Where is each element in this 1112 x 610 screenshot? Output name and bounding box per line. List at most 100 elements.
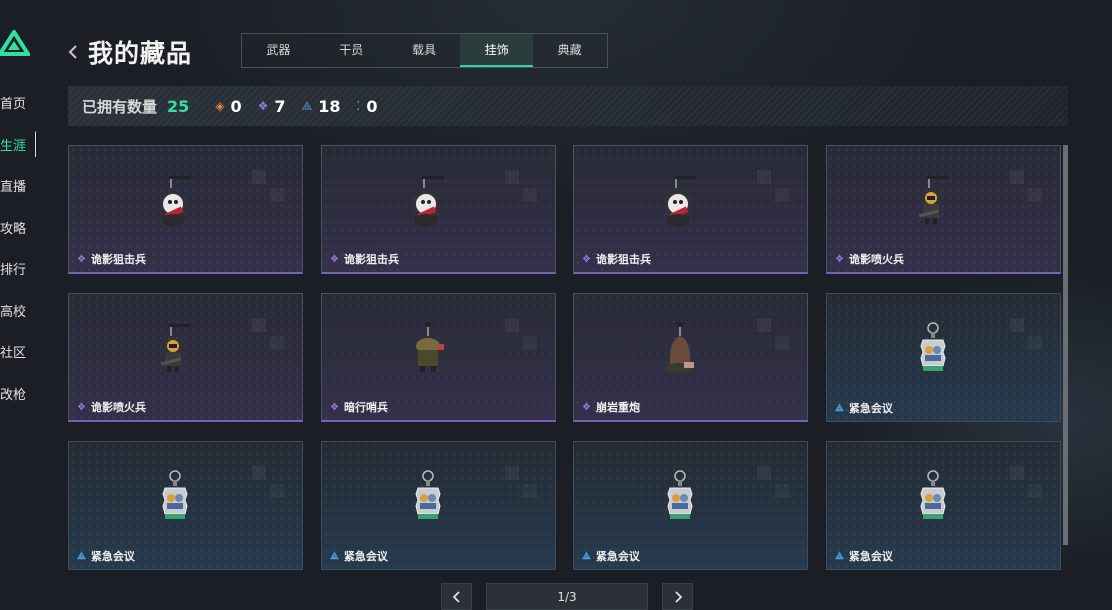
charm-thumbnail xyxy=(667,470,693,519)
back-chevron-icon[interactable] xyxy=(66,42,80,62)
charm-name: 紧急会议 xyxy=(595,550,640,563)
card-decoration xyxy=(1010,318,1050,358)
charm-name: 诡影喷火兵 xyxy=(848,253,904,266)
charm-card[interactable]: ⟁ 紧急会议 xyxy=(321,441,556,570)
sidebar-item-community[interactable]: 社区 xyxy=(0,342,40,362)
card-decoration xyxy=(1010,170,1050,210)
card-decoration xyxy=(757,170,797,210)
charm-card[interactable]: ❖ 诡影狙击兵 xyxy=(68,145,303,274)
charm-card[interactable]: ❖ 诡影狙击兵 xyxy=(573,145,808,274)
rarity-count-value: 0 xyxy=(230,96,242,116)
charm-thumbnail xyxy=(666,322,694,373)
charm-name: 暗行哨兵 xyxy=(343,401,388,414)
teal-dots-icon: ⁚ xyxy=(356,99,361,113)
purple-diamond-icon: ❖ xyxy=(582,401,591,413)
charm-card-label: ❖ 诡影喷火兵 xyxy=(835,251,904,267)
chevron-left-icon xyxy=(452,590,460,603)
charm-card-label: ⟁ 紧急会议 xyxy=(835,400,893,416)
sidebar-item-label: 生涯 xyxy=(0,138,27,154)
charm-thumbnail xyxy=(415,470,441,519)
sidebar-item-home[interactable]: 首页 xyxy=(0,93,40,113)
blue-diamond-icon: ⟁ xyxy=(835,550,844,562)
rarity-count-blue: ⟁ 18 xyxy=(302,97,341,116)
next-page-button[interactable] xyxy=(662,583,693,610)
charm-name: 紧急会议 xyxy=(848,550,893,563)
blue-diamond-icon: ⟁ xyxy=(301,98,313,113)
app-logo xyxy=(0,30,30,56)
charm-card[interactable]: ❖ 诡影喷火兵 xyxy=(68,293,303,422)
chevron-right-icon xyxy=(674,590,682,603)
charm-card[interactable]: ❖ 诡影喷火兵 xyxy=(826,145,1061,274)
charm-card-label: ❖ 诡影喷火兵 xyxy=(77,399,146,415)
charm-thumbnail xyxy=(666,176,696,226)
charm-card[interactable]: ❖ 暗行哨兵 xyxy=(321,293,556,422)
charm-card[interactable]: ❖ 崩岩重炮 xyxy=(573,293,808,422)
page-indicator: 1/3 xyxy=(486,583,648,610)
sidebar-item-live[interactable]: 直播 xyxy=(0,176,40,196)
tab-operators[interactable]: 干员 xyxy=(315,34,388,67)
card-decoration xyxy=(757,466,797,506)
purple-diamond-icon: ❖ xyxy=(77,253,86,265)
charm-card[interactable]: ⟁ 紧急会议 xyxy=(826,441,1061,570)
card-decoration xyxy=(505,318,545,358)
charm-card-label: ❖ 诡影狙击兵 xyxy=(77,251,146,267)
rarity-count-orange: ◈ 0 xyxy=(215,97,241,116)
charm-card-label: ⟁ 紧急会议 xyxy=(77,548,135,564)
grid-scrollbar[interactable] xyxy=(1063,145,1068,545)
purple-diamond-icon: ❖ xyxy=(835,253,844,265)
rarity-count-teal: ⁚ 0 xyxy=(357,97,378,116)
charm-grid: ❖ 诡影狙击兵 ❖ 诡影狙击兵 ❖ 诡影狙击兵 ❖ 诡影喷火兵 ❖ 诡影喷火兵 ❖ 暗行哨兵 ❖ 崩岩重炮… xyxy=(68,145,1064,570)
purple-diamond-icon: ❖ xyxy=(77,401,86,413)
card-decoration xyxy=(505,466,545,506)
purple-diamond-icon: ❖ xyxy=(582,253,591,265)
charm-card[interactable]: ⟁ 紧急会议 xyxy=(68,441,303,570)
charm-card-label: ⟁ 紧急会议 xyxy=(330,548,388,564)
charm-thumbnail xyxy=(414,176,444,226)
page-title: 我的藏品 xyxy=(88,39,193,68)
sidebar-item-career[interactable]: 生涯 xyxy=(0,130,40,157)
charm-name: 紧急会议 xyxy=(90,550,135,563)
charm-card-label: ❖ 暗行哨兵 xyxy=(330,399,388,415)
prev-page-button[interactable] xyxy=(441,583,472,610)
charm-card[interactable]: ⟁ 紧急会议 xyxy=(826,293,1061,422)
charm-card[interactable]: ⟁ 紧急会议 xyxy=(573,441,808,570)
charm-card-label: ⟁ 紧急会议 xyxy=(835,548,893,564)
card-decoration xyxy=(1010,466,1050,506)
charm-thumbnail xyxy=(162,470,188,519)
owned-count-label: 已拥有数量 xyxy=(82,97,158,116)
orange-diamond-icon: ◈ xyxy=(215,99,225,113)
charm-name: 诡影狙击兵 xyxy=(90,253,146,266)
scrollbar-thumb[interactable] xyxy=(1063,145,1068,545)
sidebar-item-gunsmith[interactable]: 改枪 xyxy=(0,384,40,404)
sidebar-item-ranking[interactable]: 排行 xyxy=(0,259,40,279)
charm-name: 诡影喷火兵 xyxy=(90,401,146,414)
charm-thumbnail xyxy=(920,470,946,519)
charm-card[interactable]: ❖ 诡影狙击兵 xyxy=(321,145,556,274)
charm-thumbnail xyxy=(161,176,191,226)
rarity-count-purple: ❖ 7 xyxy=(258,97,286,116)
card-decoration xyxy=(757,318,797,358)
sidebar-item-campus[interactable]: 高校 xyxy=(0,301,40,321)
sidebar-item-guides[interactable]: 攻略 xyxy=(0,218,40,238)
rarity-count-value: 0 xyxy=(366,96,378,116)
blue-diamond-icon: ⟁ xyxy=(582,550,591,562)
tab-charms[interactable]: 挂饰 xyxy=(460,34,534,67)
charm-card-label: ❖ 崩岩重炮 xyxy=(582,399,640,415)
charm-thumbnail xyxy=(918,176,949,224)
tab-vehicles[interactable]: 载具 xyxy=(388,34,461,67)
sidebar-nav: 首页 生涯 直播 攻略 排行 高校 社区 改枪 xyxy=(0,93,40,425)
charm-name: 诡影狙击兵 xyxy=(595,253,651,266)
charm-thumbnail xyxy=(920,322,946,371)
card-decoration xyxy=(252,318,292,358)
purple-diamond-icon: ❖ xyxy=(257,99,269,113)
charm-name: 崩岩重炮 xyxy=(595,401,640,414)
charm-thumbnail xyxy=(416,322,444,372)
charm-card-label: ❖ 诡影狙击兵 xyxy=(582,251,651,267)
charm-name: 紧急会议 xyxy=(343,550,388,563)
charm-thumbnail xyxy=(160,324,191,372)
collection-summary-bar: 已拥有数量 25 ◈ 0 ❖ 7 ⟁ 18 ⁚ 0 xyxy=(68,86,1068,126)
tab-weapons[interactable]: 武器 xyxy=(242,34,315,67)
tab-collection[interactable]: 典藏 xyxy=(533,34,606,67)
category-tabs: 武器 干员 载具 挂饰 典藏 xyxy=(241,33,608,68)
card-decoration xyxy=(252,466,292,506)
